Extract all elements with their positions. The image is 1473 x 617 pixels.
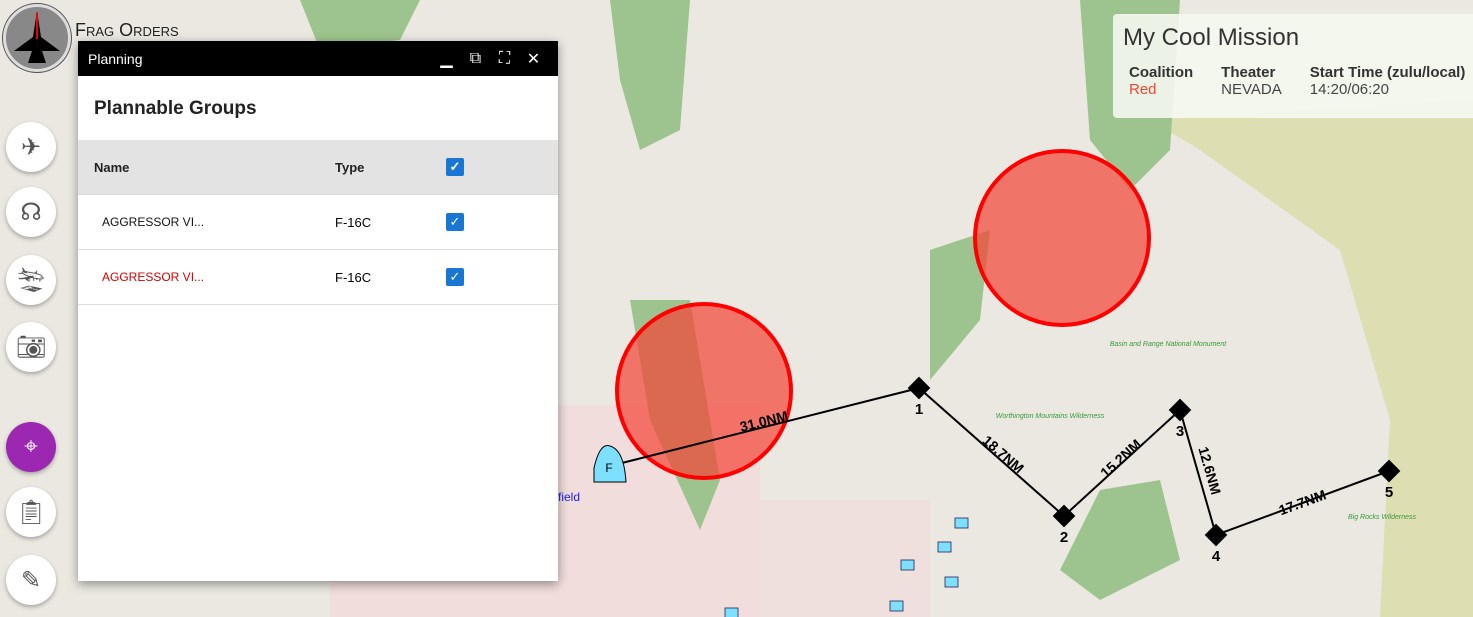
column-type[interactable]: Type: [319, 160, 446, 175]
start-time-label: Start Time (zulu/local): [1309, 64, 1466, 81]
minimize-icon[interactable]: ▁: [432, 49, 461, 69]
map-label: Big Rocks Wilderness: [1348, 514, 1417, 521]
app-brand: Frag Orders: [75, 20, 179, 40]
window-titlebar[interactable]: Planning ▁ ⧉ ⛶ ✕: [78, 41, 558, 76]
svg-text:2: 2: [1060, 529, 1068, 546]
group-name: AGGRESSOR VI...: [102, 270, 205, 284]
group-type: F-16C: [335, 269, 372, 285]
start-marker-label: F: [605, 461, 612, 475]
headset-icon: ☊: [20, 198, 42, 226]
section-heading: Plannable Groups: [94, 98, 257, 119]
group-name: AGGRESSOR VI...: [102, 215, 205, 229]
table-row[interactable]: AGGRESSOR VI... F-16C ✓: [78, 250, 558, 305]
table-header: Name Type ✓: [78, 140, 558, 195]
target-button[interactable]: ⌖: [6, 422, 56, 472]
crosshair-icon: ⌖: [24, 433, 38, 460]
clipboard-icon: 📋︎: [15, 498, 47, 526]
restore-icon[interactable]: ⧉: [461, 50, 490, 68]
column-name[interactable]: Name: [78, 160, 319, 175]
map-label: Basin and Range National Monument: [1110, 341, 1227, 348]
coalition-label: Coalition: [1129, 64, 1194, 81]
app-logo: [3, 4, 71, 72]
camera-icon: 📷︎: [15, 333, 47, 361]
window-title: Planning: [88, 50, 143, 67]
close-icon[interactable]: ✕: [519, 49, 548, 69]
support-button[interactable]: ☊: [6, 187, 56, 237]
threat-circle: [973, 149, 1151, 327]
edit-button[interactable]: ✎: [6, 555, 56, 605]
row-checkbox[interactable]: ✓: [446, 213, 464, 231]
table-row[interactable]: AGGRESSOR VI... F-16C ✓: [78, 195, 558, 250]
coalition-value: Red: [1129, 81, 1157, 98]
svg-text:3: 3: [1176, 423, 1184, 440]
row-checkbox[interactable]: ✓: [446, 268, 464, 286]
select-all-checkbox[interactable]: ✓: [446, 158, 464, 176]
mission-info-panel: My Cool Mission Coalition Red Theater NEVA…: [1113, 14, 1473, 118]
aircraft-button[interactable]: ✈: [6, 122, 56, 172]
camera-button[interactable]: 📷︎: [6, 322, 56, 372]
theater-value: NEVADA: [1221, 81, 1282, 98]
airplane-icon: ✈: [20, 133, 42, 161]
group-type: F-16C: [335, 214, 372, 230]
clipboard-button[interactable]: 📋︎: [6, 487, 56, 537]
map-label: Worthington Mountains Wilderness: [996, 413, 1105, 420]
theater-label: Theater: [1221, 64, 1276, 81]
threat-circle: [615, 302, 793, 480]
svg-text:5: 5: [1385, 484, 1393, 501]
start-time-value: 14:20/06:20: [1309, 81, 1389, 98]
landing-button[interactable]: 🛬︎: [6, 255, 56, 305]
map-label: field: [558, 490, 580, 504]
svg-text:1: 1: [915, 401, 923, 418]
plane-landing-icon: 🛬︎: [15, 266, 47, 294]
svg-text:4: 4: [1212, 548, 1221, 565]
planning-window: Planning ▁ ⧉ ⛶ ✕ Plannable Groups Name T…: [78, 41, 558, 581]
fullscreen-icon[interactable]: ⛶: [490, 50, 519, 68]
clipboard-edit-icon: ✎: [20, 566, 42, 594]
mission-title: My Cool Mission: [1123, 24, 1300, 51]
